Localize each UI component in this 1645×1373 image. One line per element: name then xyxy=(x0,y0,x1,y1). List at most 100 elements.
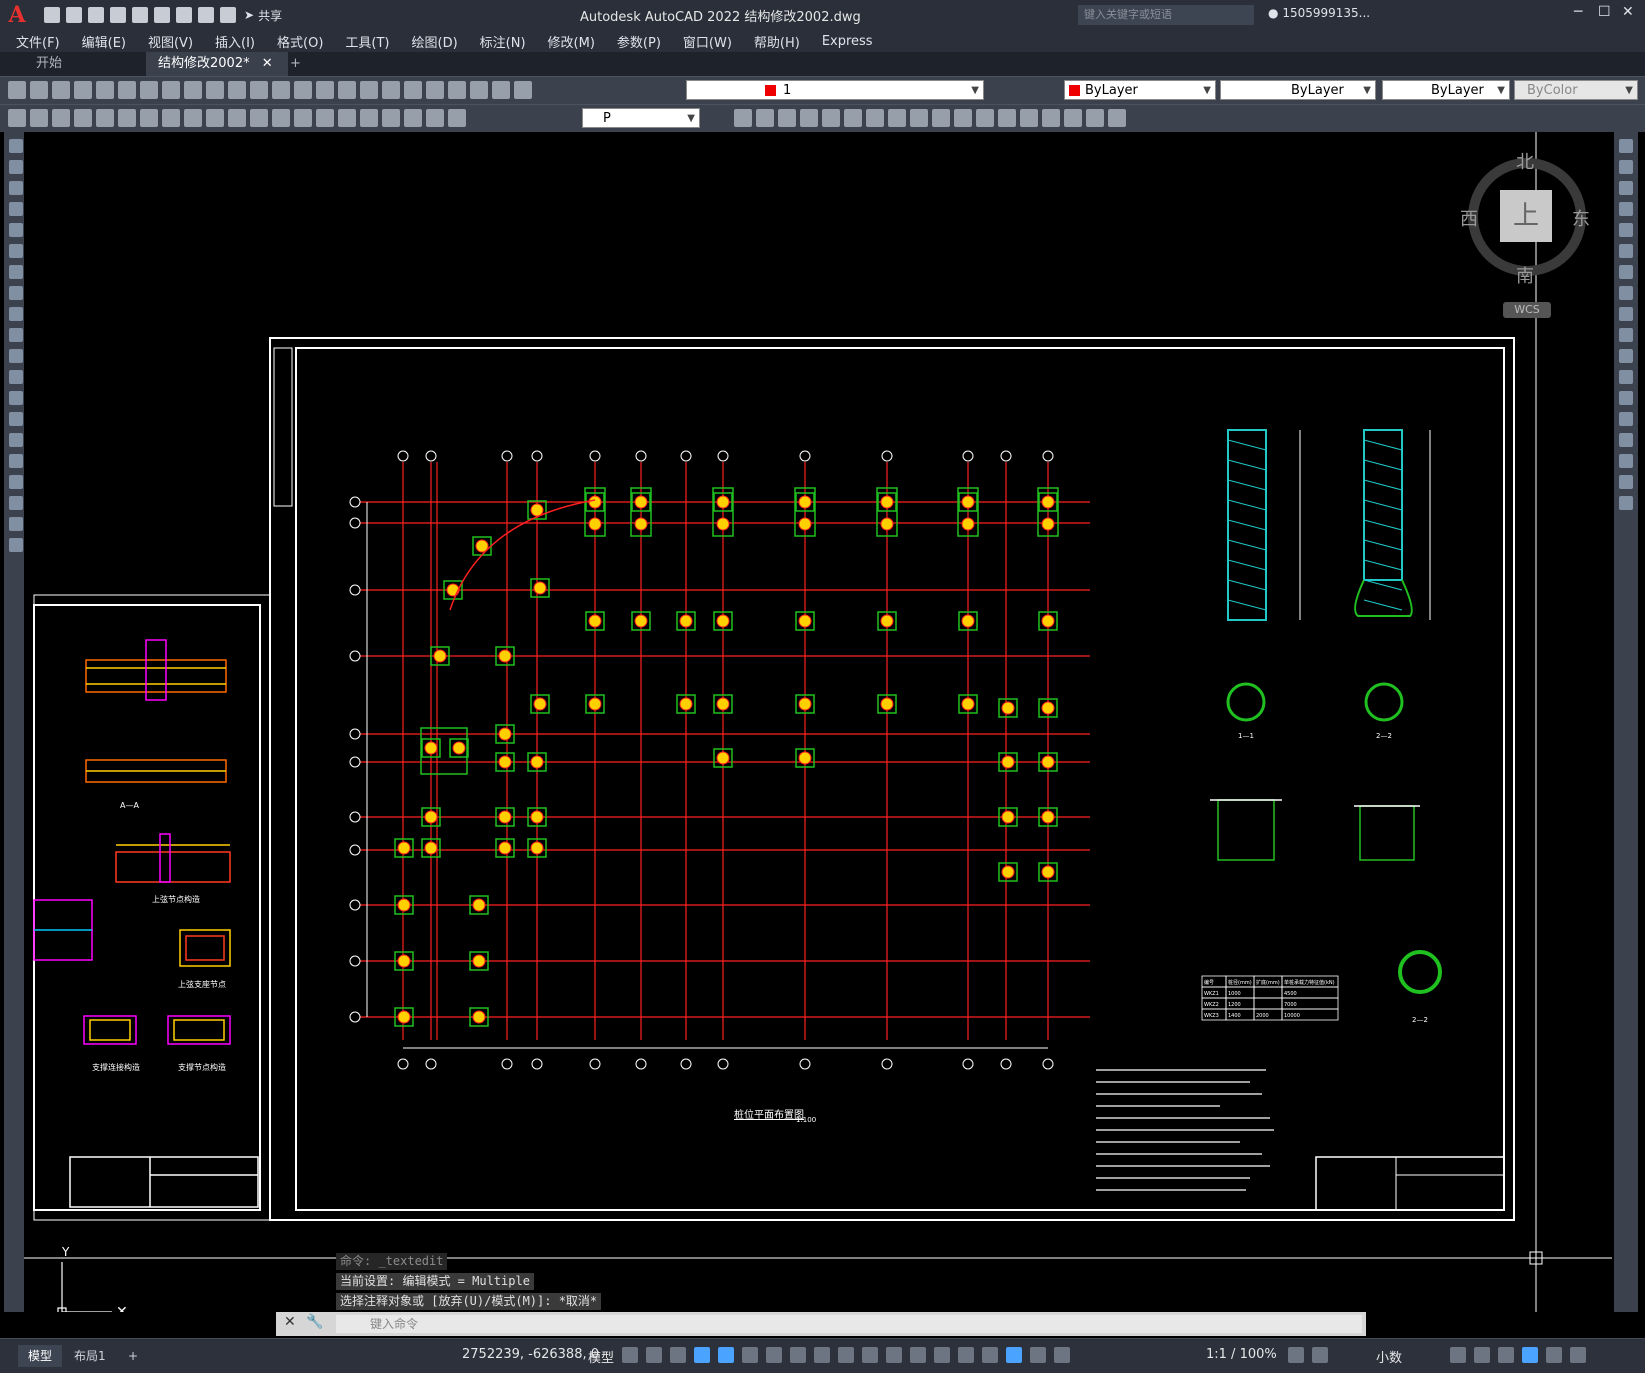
extend-icon[interactable] xyxy=(1619,349,1633,363)
plotstyle-dropdown[interactable]: ByColor ▼ xyxy=(1514,80,1638,100)
xline-icon[interactable] xyxy=(9,160,23,174)
dim-text-edit-icon[interactable] xyxy=(404,109,422,127)
dim-aligned-icon[interactable] xyxy=(30,109,48,127)
zoom-window-icon[interactable] xyxy=(316,81,334,99)
autocad-logo-icon[interactable]: A xyxy=(0,0,34,30)
model-space-toggle[interactable]: 模型 xyxy=(588,1347,614,1366)
mirror-icon[interactable] xyxy=(1619,181,1633,195)
wcs-menu[interactable]: WCS xyxy=(1503,302,1551,318)
annotation-monitor-icon[interactable] xyxy=(1312,1347,1328,1363)
dim-baseline-icon[interactable] xyxy=(206,109,224,127)
preview-icon[interactable] xyxy=(96,81,114,99)
selection-cycling-icon[interactable] xyxy=(886,1347,902,1363)
menu-help[interactable]: 帮助(H) xyxy=(743,32,811,51)
point-icon[interactable] xyxy=(9,412,23,426)
menu-modify[interactable]: 修改(M) xyxy=(537,32,606,51)
dim-space-icon[interactable] xyxy=(250,109,268,127)
ellipse-arc-icon[interactable] xyxy=(9,349,23,363)
tab-model[interactable]: 模型 xyxy=(18,1345,63,1367)
tab-close-icon[interactable]: ✕ xyxy=(262,56,273,71)
chamfer-icon[interactable] xyxy=(1619,433,1633,447)
grid-icon[interactable] xyxy=(622,1347,638,1363)
search-input[interactable]: 键入关键字或短语 xyxy=(1078,5,1254,25)
extend-icon[interactable] xyxy=(954,109,972,127)
lock-ui-icon[interactable] xyxy=(1474,1347,1490,1363)
snap-icon[interactable] xyxy=(646,1347,662,1363)
polyline-icon[interactable] xyxy=(9,181,23,195)
isolate-objects-icon[interactable] xyxy=(1498,1347,1514,1363)
erase-icon[interactable] xyxy=(734,109,752,127)
add-layout-button[interactable]: + xyxy=(118,1345,148,1367)
save-web-icon[interactable] xyxy=(154,7,170,23)
insert-block-icon[interactable] xyxy=(9,370,23,384)
lineweight-dropdown[interactable]: ByLayer ▼ xyxy=(1382,80,1510,100)
viewcube-south[interactable]: 南 xyxy=(1516,262,1534,288)
layer-properties-icon[interactable] xyxy=(514,81,532,99)
undo-icon[interactable] xyxy=(228,81,246,99)
save-icon[interactable] xyxy=(52,81,70,99)
ellipse-icon[interactable] xyxy=(9,328,23,342)
drawing-canvas[interactable]: A—A 上弦节点构造 上弦支座节点 支撑连接构造 支撑节点构造 桩位平面布置图 … xyxy=(24,132,1612,1320)
menu-format[interactable]: 格式(O) xyxy=(266,32,334,51)
save-as-icon[interactable] xyxy=(110,7,126,23)
scale-icon[interactable] xyxy=(888,109,906,127)
object-snap-tracking-icon[interactable] xyxy=(790,1347,806,1363)
workspace-icon[interactable] xyxy=(1288,1347,1304,1363)
menu-dimension[interactable]: 标注(N) xyxy=(469,32,537,51)
dim-angular-icon[interactable] xyxy=(162,109,180,127)
plot-icon[interactable] xyxy=(74,81,92,99)
gizmo-icon[interactable] xyxy=(982,1347,998,1363)
copy-icon[interactable] xyxy=(162,81,180,99)
trim-icon[interactable] xyxy=(932,109,950,127)
zoom-previous-icon[interactable] xyxy=(338,81,356,99)
join-icon[interactable] xyxy=(998,109,1016,127)
tab-layout1[interactable]: 布局1 xyxy=(64,1345,116,1367)
fillet-icon[interactable] xyxy=(1619,454,1633,468)
rectangle-icon[interactable] xyxy=(9,223,23,237)
table-icon[interactable] xyxy=(9,496,23,510)
break-at-point-icon[interactable] xyxy=(1619,370,1633,384)
fillet-icon[interactable] xyxy=(1042,109,1060,127)
maximize-icon[interactable]: ☐ xyxy=(1598,4,1611,20)
linetype-dropdown[interactable]: ByLayer ▼ xyxy=(1220,80,1376,100)
paste-icon[interactable] xyxy=(184,81,202,99)
dynamic-input-icon[interactable] xyxy=(694,1347,710,1363)
center-mark-icon[interactable] xyxy=(316,109,334,127)
open-icon[interactable] xyxy=(30,81,48,99)
qnew-icon[interactable] xyxy=(8,81,26,99)
quick-properties-icon[interactable] xyxy=(1450,1347,1466,1363)
annotation-scale-icon[interactable] xyxy=(1054,1347,1070,1363)
chamfer-icon[interactable] xyxy=(1020,109,1038,127)
menu-draw[interactable]: 绘图(D) xyxy=(401,32,469,51)
save-icon[interactable] xyxy=(88,7,104,23)
explode-icon[interactable] xyxy=(1064,109,1082,127)
viewcube-east[interactable]: 东 xyxy=(1572,205,1590,231)
move-icon[interactable] xyxy=(844,109,862,127)
join-icon[interactable] xyxy=(1619,412,1633,426)
auto-scale-icon[interactable] xyxy=(1030,1347,1046,1363)
erase-icon[interactable] xyxy=(1619,139,1633,153)
dim-style-icon[interactable] xyxy=(448,109,466,127)
rotate-icon[interactable] xyxy=(1619,265,1633,279)
dim-break-icon[interactable] xyxy=(272,109,290,127)
tab-start[interactable]: 开始 xyxy=(24,52,74,76)
menu-tools[interactable]: 工具(T) xyxy=(334,32,400,51)
region-icon[interactable] xyxy=(9,475,23,489)
layer-dropdown[interactable]: 1 ▼ xyxy=(686,80,984,100)
cut-icon[interactable] xyxy=(140,81,158,99)
viewcube-north[interactable]: 北 xyxy=(1516,148,1534,174)
minimize-icon[interactable]: ─ xyxy=(1574,4,1582,20)
rotate-icon[interactable] xyxy=(866,109,884,127)
array-icon[interactable] xyxy=(1619,223,1633,237)
move-icon[interactable] xyxy=(1619,244,1633,258)
trim-icon[interactable] xyxy=(1619,328,1633,342)
clean-screen-icon[interactable] xyxy=(1546,1347,1562,1363)
properties-icon[interactable] xyxy=(360,81,378,99)
break-icon[interactable] xyxy=(976,109,994,127)
add-selected-icon[interactable] xyxy=(9,538,23,552)
markup-icon[interactable] xyxy=(448,81,466,99)
help-icon[interactable] xyxy=(492,81,510,99)
mirror-icon[interactable] xyxy=(778,109,796,127)
viewcube-top-face[interactable]: 上 xyxy=(1500,190,1552,242)
menu-window[interactable]: 窗口(W) xyxy=(672,32,743,51)
